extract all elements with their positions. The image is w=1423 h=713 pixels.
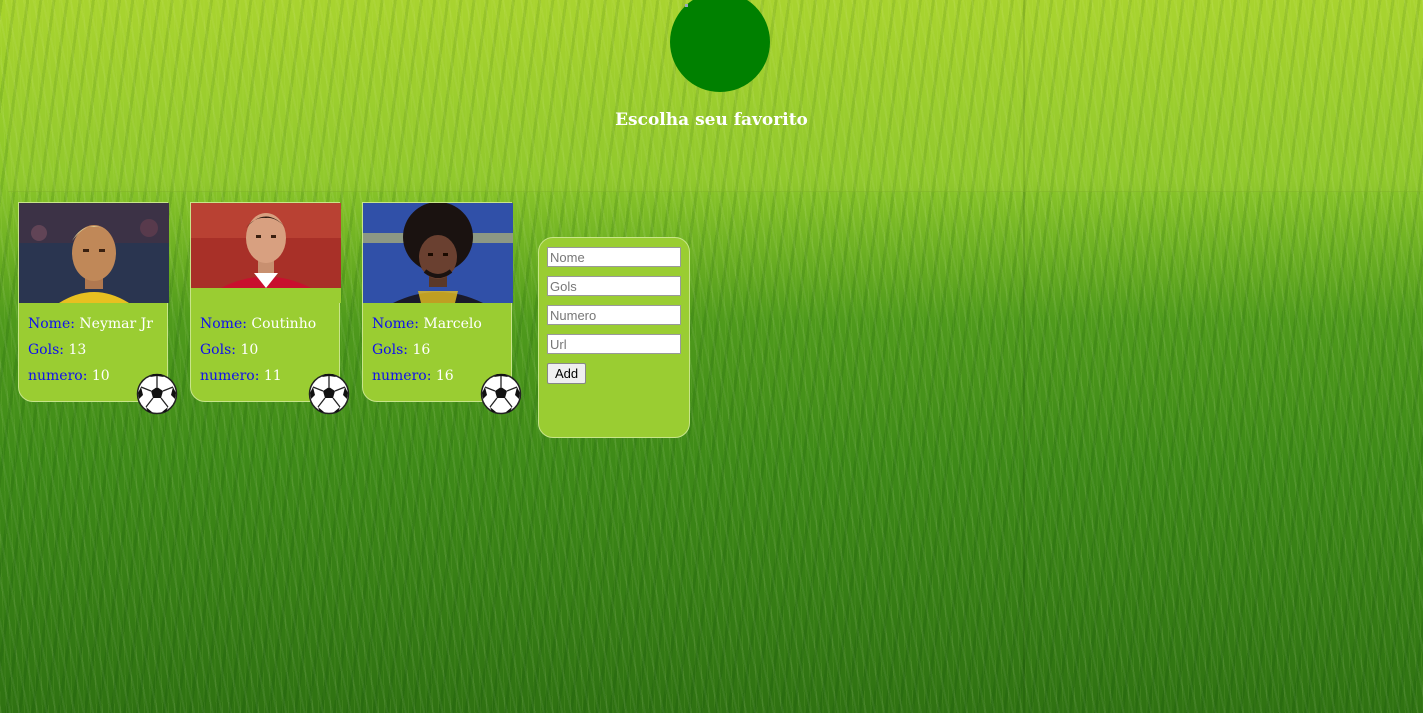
player-info: Nome: Neymar Jr Gols: 13 numero: 10 [28, 311, 153, 389]
broken-image-icon [685, 4, 688, 7]
nome-label: Nome: [200, 316, 247, 332]
nome-value: Marcelo [423, 316, 482, 332]
nome-value: Neymar Jr [79, 316, 153, 332]
player-card: Nome: Coutinho Gols: 10 numero: 11 [190, 202, 350, 415]
player-photo [191, 203, 341, 303]
gols-value: 16 [412, 342, 431, 358]
gols-label: Gols: [372, 342, 408, 358]
player-info: Nome: Coutinho Gols: 10 numero: 11 [200, 311, 316, 389]
player-photo [363, 203, 513, 303]
soccer-ball-icon[interactable] [136, 373, 178, 415]
player-card: Nome: Marcelo Gols: 16 numero: 16 [362, 202, 522, 415]
numero-value: 16 [435, 368, 454, 384]
nome-input[interactable] [547, 247, 681, 267]
nome-value: Coutinho [251, 316, 317, 332]
gols-value: 10 [240, 342, 259, 358]
soccer-ball-icon[interactable] [308, 373, 350, 415]
soccer-ball-icon[interactable] [480, 373, 522, 415]
numero-input[interactable] [547, 305, 681, 325]
player-photo [19, 203, 169, 303]
add-button[interactable]: Add [547, 363, 587, 384]
numero-label: numero: [372, 368, 432, 384]
logo-circle [670, 0, 770, 92]
gols-value: 13 [68, 342, 87, 358]
nome-label: Nome: [28, 316, 75, 332]
gols-label: Gols: [28, 342, 64, 358]
player-card: Nome: Neymar Jr Gols: 13 numero: 10 [18, 202, 178, 415]
url-input[interactable] [547, 334, 681, 354]
add-player-form: Add [538, 237, 690, 438]
gols-label: Gols: [200, 342, 236, 358]
nome-label: Nome: [372, 316, 419, 332]
header-banner [8, 0, 1423, 192]
numero-label: numero: [200, 368, 260, 384]
numero-value: 10 [91, 368, 110, 384]
numero-label: numero: [28, 368, 88, 384]
gols-input[interactable] [547, 276, 681, 296]
numero-value: 11 [263, 368, 282, 384]
page-title: Escolha seu favorito [615, 110, 808, 130]
player-info: Nome: Marcelo Gols: 16 numero: 16 [372, 311, 482, 389]
